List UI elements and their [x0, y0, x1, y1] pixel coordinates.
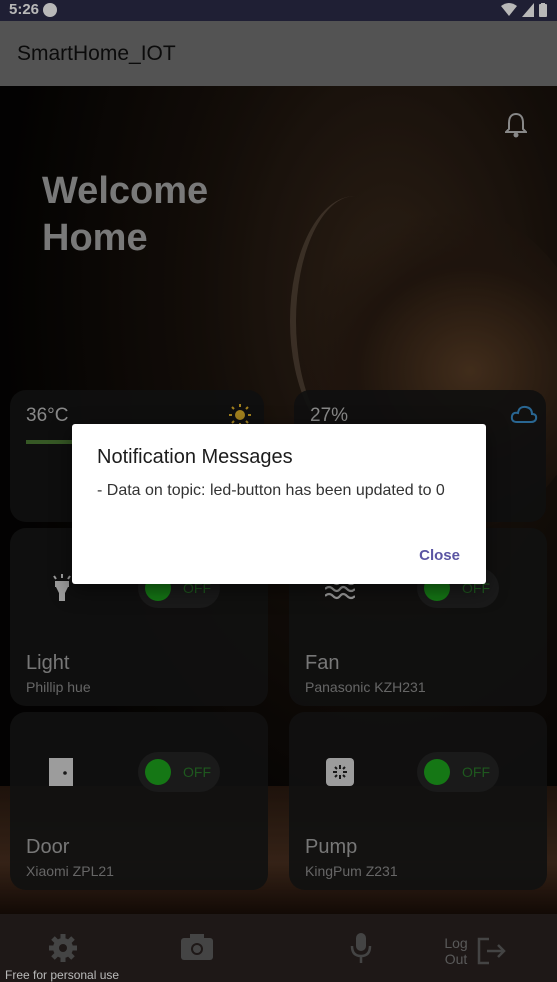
close-button[interactable]: Close — [419, 547, 460, 564]
notification-dialog: Notification Messages - Data on topic: l… — [72, 424, 486, 584]
dialog-title: Notification Messages — [97, 446, 293, 468]
dialog-message: - Data on topic: led-button has been upd… — [97, 482, 445, 499]
